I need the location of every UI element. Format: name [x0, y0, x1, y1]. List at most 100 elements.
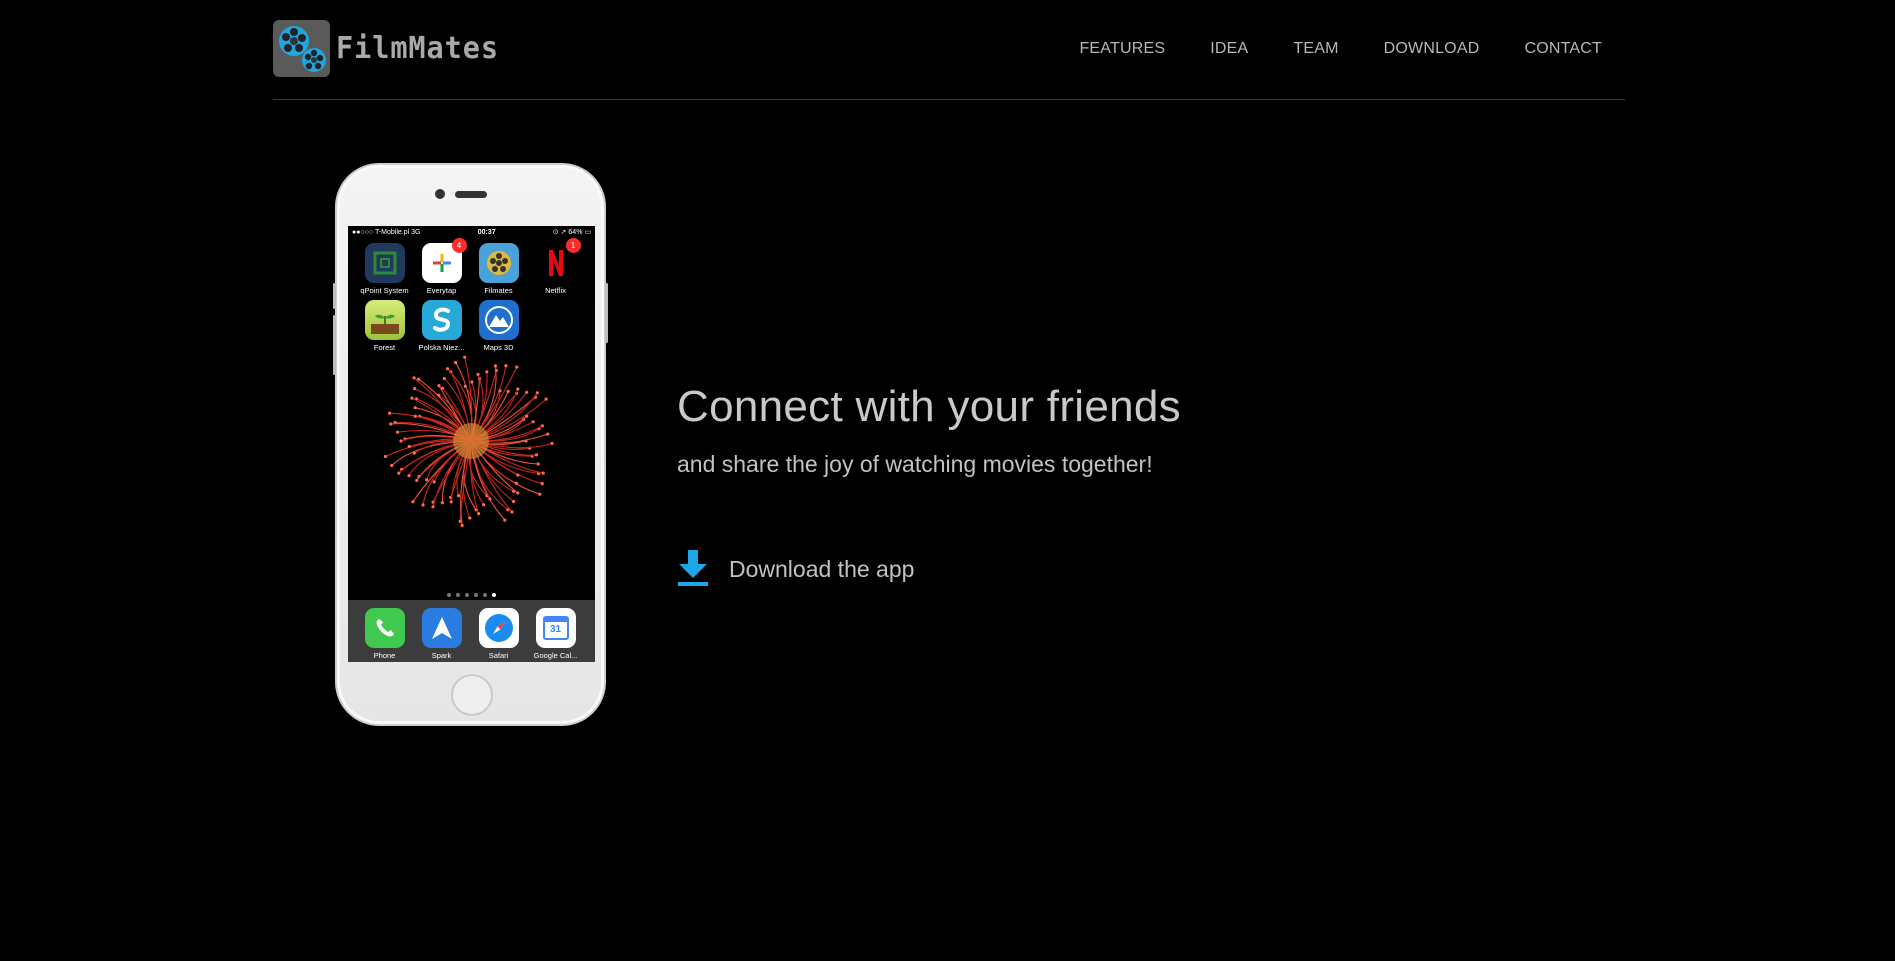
nav-contact[interactable]: CONTACT — [1524, 40, 1602, 58]
firework-spark — [504, 364, 508, 368]
firework-spark — [454, 360, 458, 365]
firework-spark — [476, 372, 480, 376]
phone-status-bar: ●●○○○ T-Mobile.pl 3G 00:37 ⊙ ➚ 64% ▭ — [348, 226, 595, 238]
page-dot — [456, 593, 460, 597]
app-label: Phone — [373, 651, 396, 660]
firework-spark — [516, 491, 520, 495]
app-qpoint: qPoint System — [356, 243, 413, 295]
firework-spark — [503, 518, 507, 522]
app-everytap: 4 Everytap — [413, 238, 470, 295]
film-reel-icon — [273, 19, 330, 77]
firework-spark — [442, 376, 446, 381]
phone-side-button — [333, 283, 336, 309]
phone-mockup: ●●○○○ T-Mobile.pl 3G 00:37 ⊙ ➚ 64% ▭ qPo… — [333, 163, 608, 726]
brand[interactable]: FilmMates — [273, 19, 508, 77]
download-app-button[interactable]: Download the app — [677, 550, 914, 588]
site-header: FilmMates FEATURES IDEA TEAM DOWNLOAD CO… — [273, 0, 1625, 100]
firework-spark — [477, 512, 481, 516]
firework-spark — [550, 441, 554, 445]
nav-download[interactable]: DOWNLOAD — [1384, 40, 1480, 58]
firework-spark — [463, 355, 467, 359]
page-dot — [474, 593, 478, 597]
everytap-icon: 4 — [421, 238, 467, 283]
app-label: Filmates — [484, 286, 513, 295]
home-button — [451, 674, 493, 716]
speaker-grille — [455, 191, 487, 198]
firework-spark — [538, 492, 542, 496]
firework-spark — [510, 510, 514, 514]
hero-title: Connect with your friends — [677, 382, 1181, 431]
polska-icon — [421, 300, 462, 340]
nav-idea[interactable]: IDEA — [1210, 40, 1248, 58]
firework-spark — [412, 451, 416, 455]
firework-spark — [546, 432, 550, 436]
firework-spark — [488, 497, 492, 501]
carrier-text: ●●○○○ T-Mobile.pl 3G — [352, 228, 421, 236]
app-label: Spark — [431, 651, 452, 660]
page-dot — [447, 593, 451, 597]
firework-spark — [383, 454, 387, 459]
safari-icon — [478, 608, 519, 648]
firework-spark — [516, 473, 520, 477]
firework-spark — [413, 406, 417, 410]
firework-spark — [468, 516, 472, 520]
firework-spark — [512, 499, 516, 504]
app-polska: Polska Niez... — [413, 300, 470, 352]
hero-subtitle: and share the joy of watching movies tog… — [677, 451, 1153, 477]
firework-spark — [437, 393, 441, 397]
firework-spark — [460, 523, 464, 528]
app-label: Netflix — [545, 286, 566, 295]
firework-spark — [506, 389, 510, 393]
main-nav: FEATURES IDEA TEAM DOWNLOAD CONTACT — [1079, 40, 1602, 58]
firework-spark — [470, 380, 474, 384]
battery-text: ⊙ ➚ 64% ▭ — [552, 229, 591, 236]
notification-badge: 4 — [451, 238, 467, 253]
firework-spark — [498, 389, 502, 393]
camera-icon — [435, 189, 445, 199]
nav-team[interactable]: TEAM — [1293, 40, 1338, 58]
firework-spark — [407, 444, 411, 449]
phone-side-button — [333, 315, 336, 375]
firework-spark — [536, 462, 540, 466]
notification-badge: 1 — [565, 238, 581, 253]
firework-spark — [440, 501, 444, 505]
firework-spark — [463, 384, 467, 388]
nav-features[interactable]: FEATURES — [1079, 40, 1165, 58]
app-phone: Phone — [356, 608, 413, 660]
firework-spark — [515, 365, 519, 369]
app-safari: Safari — [470, 608, 527, 660]
calendar-date: 31 — [542, 616, 569, 640]
firework-spark — [525, 414, 529, 418]
firework-spark — [535, 391, 539, 395]
app-forest: Forest — [356, 300, 413, 352]
brand-name: FilmMates — [336, 30, 499, 66]
firework-spark — [412, 376, 416, 380]
app-label: Google Cal... — [533, 651, 578, 660]
firework-wallpaper — [383, 355, 554, 528]
spark-icon — [421, 608, 462, 648]
firework-spark — [456, 494, 461, 498]
firework-spark — [410, 396, 414, 400]
firework-spark — [432, 480, 436, 484]
firework-spark — [544, 397, 548, 401]
firework-spark — [411, 500, 415, 504]
firework-spark — [388, 411, 392, 415]
firework-spark — [390, 463, 394, 468]
firework-spark — [413, 387, 417, 391]
phone-side-button — [605, 283, 608, 343]
download-label: Download the app — [729, 555, 915, 582]
firework-spark — [415, 478, 419, 482]
phone-dock: Phone Spark Safari 31 Google Cal... — [348, 600, 595, 662]
firework-spark — [431, 505, 435, 509]
firework-spark — [485, 370, 489, 374]
firework-spark — [397, 471, 401, 475]
firework-spark — [516, 387, 520, 391]
firework-spark — [399, 439, 403, 443]
firework-spark — [449, 500, 453, 504]
page-indicator — [348, 593, 595, 597]
qpoint-icon — [364, 243, 405, 283]
firework-core — [453, 423, 489, 459]
firework-spark — [413, 414, 417, 418]
app-maps3d: Maps 3D — [470, 300, 527, 352]
download-icon — [678, 550, 708, 586]
